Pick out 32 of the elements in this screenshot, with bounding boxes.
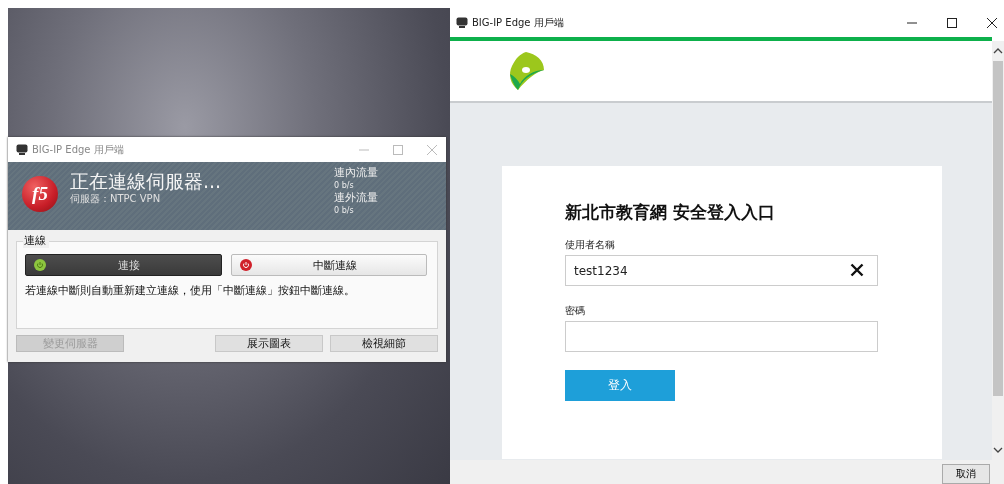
password-field[interactable]: [565, 321, 878, 352]
info-text: 若連線中斷則自動重新建立連線，使用「中斷連線」按鈕中斷連線。: [25, 283, 356, 298]
chevron-down-icon[interactable]: [993, 446, 1003, 454]
scrollbar[interactable]: [992, 41, 1004, 460]
window-title: BIG-IP Edge 用戶端: [32, 142, 125, 157]
disconnect-button[interactable]: 中斷連線: [230, 254, 427, 276]
form-heading: 新北市教育網 安全登入入口: [565, 201, 776, 224]
monitor-icon: [16, 144, 28, 155]
power-icon: [34, 259, 46, 271]
field-label: 密碼: [565, 304, 586, 318]
group-label: 連線: [23, 233, 49, 248]
status-text: 正在連線伺服器...: [70, 170, 223, 192]
traffic-label: 連內流量: [334, 166, 379, 180]
close-icon[interactable]: [986, 16, 998, 29]
close-icon[interactable]: [850, 263, 864, 277]
traffic-label: 連外流量: [334, 191, 379, 205]
window-button[interactable]: 檢視細節: [330, 335, 438, 352]
logo: f5: [22, 176, 58, 212]
connect-button[interactable]: 連接: [25, 254, 222, 276]
monitor-icon: [456, 17, 468, 28]
field-label: 使用者名稱: [565, 238, 616, 252]
power-icon: [239, 259, 252, 271]
scrollbar-thumb[interactable]: [993, 61, 1003, 396]
window-button[interactable]: 展示圖表: [215, 335, 323, 352]
username-field[interactable]: test1234: [565, 255, 878, 286]
cancel-button[interactable]: 取消: [942, 464, 990, 484]
server-name: 伺服器：NTPC VPN: [70, 192, 162, 206]
traffic-value: 0 b/s: [334, 180, 355, 191]
traffic-value: 0 b/s: [334, 205, 355, 216]
window-title: BIG-IP Edge 用戶端: [472, 15, 565, 30]
maximize-icon[interactable]: [946, 16, 958, 29]
chevron-up-icon[interactable]: [993, 47, 1003, 55]
